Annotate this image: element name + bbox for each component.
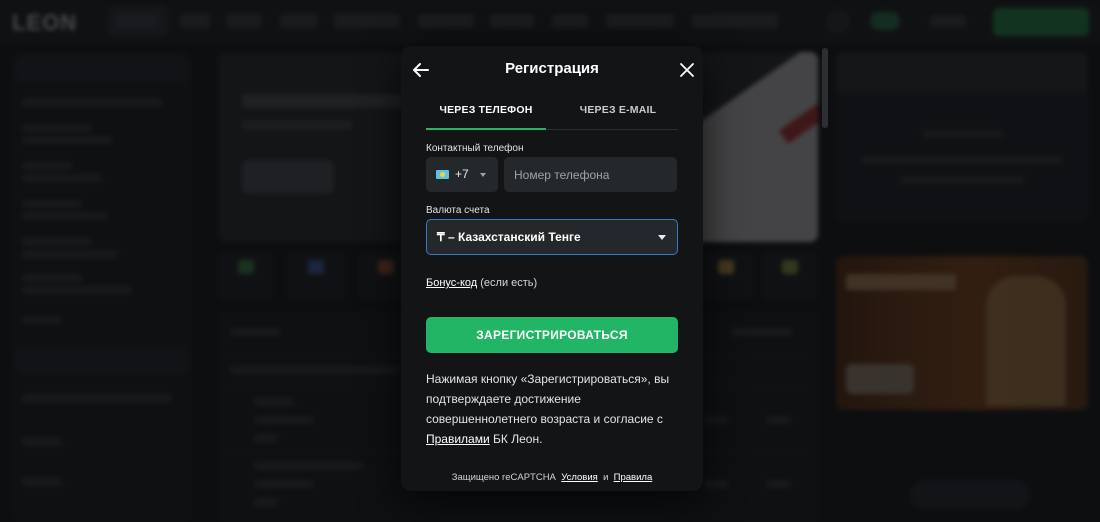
recaptcha-notice: Защищено reCAPTCHA Условия и Правила xyxy=(401,472,703,483)
tab-phone[interactable]: ЧЕРЕЗ ТЕЛЕФОН xyxy=(426,104,546,116)
close-button[interactable] xyxy=(675,58,699,82)
recaptcha-and: и xyxy=(603,472,609,483)
phone-label: Контактный телефон xyxy=(426,143,524,154)
currency-selected-value: ₸ – Казахстанский Тенге xyxy=(437,230,581,244)
phone-number-input[interactable] xyxy=(504,157,677,192)
close-icon xyxy=(680,63,694,77)
currency-select[interactable]: ₸ – Казахстанский Тенге xyxy=(426,219,678,255)
terms-text-before: Нажимая кнопку «Зарегистрироваться», вы … xyxy=(426,372,670,426)
recaptcha-terms-link[interactable]: Условия xyxy=(561,472,598,483)
rules-link[interactable]: Правилами xyxy=(426,432,490,446)
bonus-code-link[interactable]: Бонус-код xyxy=(426,277,477,289)
terms-text: Нажимая кнопку «Зарегистрироваться», вы … xyxy=(426,369,678,449)
bonus-code-hint: (если есть) xyxy=(477,277,538,289)
register-button[interactable]: ЗАРЕГИСТРИРОВАТЬСЯ xyxy=(426,317,678,353)
currency-label: Валюта счета xyxy=(426,205,490,216)
terms-text-after: БК Леон. xyxy=(489,432,543,446)
modal-title: Регистрация xyxy=(505,60,599,77)
country-code-selector[interactable]: +7 xyxy=(426,157,498,192)
kazakhstan-flag-icon xyxy=(436,170,449,179)
chevron-down-icon xyxy=(480,173,486,177)
bonus-code-row: Бонус-код (если есть) xyxy=(426,277,537,289)
tab-email[interactable]: ЧЕРЕЗ E-MAIL xyxy=(558,104,678,116)
recaptcha-rules-link[interactable]: Правила xyxy=(614,472,653,483)
country-code: +7 xyxy=(455,167,469,181)
recaptcha-prefix: Защищено reCAPTCHA xyxy=(451,472,556,483)
active-tab-indicator xyxy=(426,128,546,130)
tabs-divider xyxy=(546,129,678,130)
chevron-down-icon xyxy=(658,235,666,240)
registration-modal: Регистрация ЧЕРЕЗ ТЕЛЕФОН ЧЕРЕЗ E-MAIL К… xyxy=(401,46,703,491)
